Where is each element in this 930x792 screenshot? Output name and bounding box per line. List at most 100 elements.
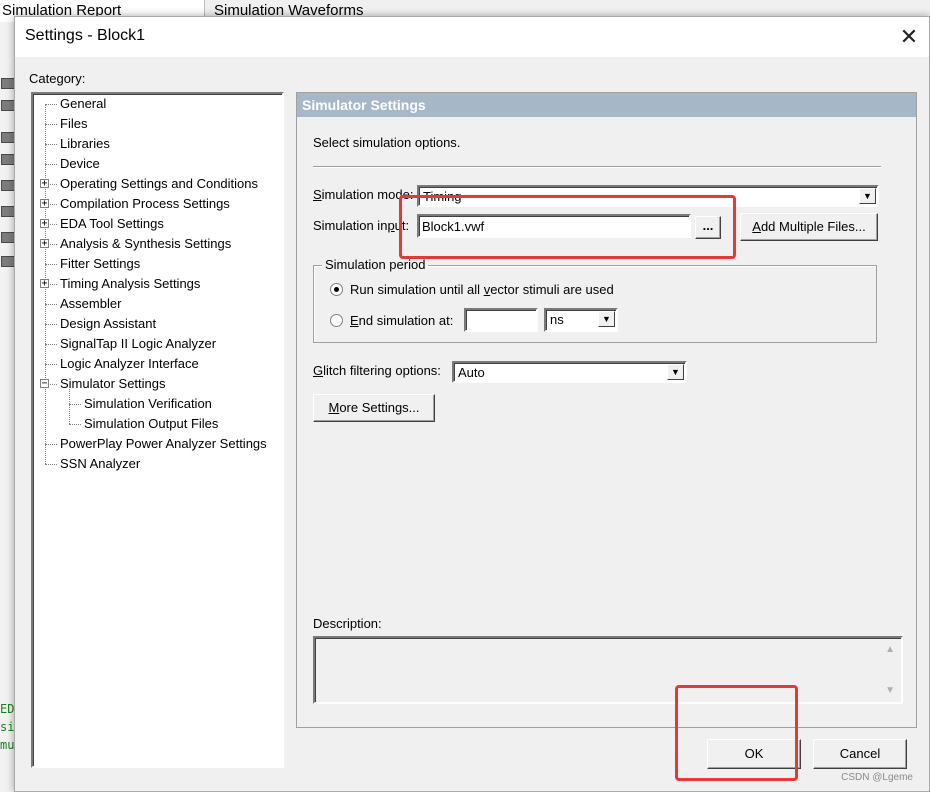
tree-item[interactable]: SSN Analyzer: [33, 454, 282, 474]
printer-icon[interactable]: [1, 180, 15, 191]
description-box: ▲ ▼: [313, 636, 903, 704]
tree-item-label: PowerPlay Power Analyzer Settings: [60, 436, 267, 451]
separator: [313, 166, 881, 168]
more-settings-button[interactable]: More Settings...: [313, 394, 435, 422]
description-label: Description:: [313, 616, 382, 631]
end-simulation-at-label[interactable]: End simulation at:: [350, 313, 453, 328]
end-simulation-at-radio[interactable]: [330, 314, 343, 327]
tree-item[interactable]: Device: [33, 154, 282, 174]
tree-item[interactable]: Simulation Verification: [33, 394, 282, 414]
annotation-highlight-input: [399, 195, 736, 259]
tree-item-label: Assembler: [60, 296, 122, 311]
annotation-highlight-ok: [675, 685, 798, 781]
expand-icon[interactable]: +: [40, 219, 49, 229]
glitch-filtering-label: Glitch filtering options:: [313, 363, 441, 378]
tree-connector: [45, 304, 57, 305]
scroll-down-icon[interactable]: ▼: [885, 685, 895, 696]
tree-item[interactable]: PowerPlay Power Analyzer Settings: [33, 434, 282, 454]
tree-item[interactable]: + Timing Analysis Settings: [33, 274, 282, 294]
tree-connector: [45, 324, 57, 325]
panel-header: Simulator Settings: [297, 93, 916, 117]
printer-icon[interactable]: [1, 256, 15, 267]
tree-item-label: Logic Analyzer Interface: [60, 356, 199, 371]
close-button[interactable]: ✕: [895, 23, 923, 51]
expand-icon[interactable]: +: [40, 279, 49, 289]
tree-item[interactable]: General: [33, 94, 282, 114]
simulator-settings-panel: Simulator Settings Select simulation opt…: [296, 92, 917, 728]
tree-connector: [45, 104, 57, 105]
tree-item-label: Simulator Settings: [60, 376, 166, 391]
tree-connector: [45, 464, 57, 465]
tree-item[interactable]: + Operating Settings and Conditions: [33, 174, 282, 194]
tree-connector: [45, 264, 57, 265]
tree-connector: [45, 444, 57, 445]
end-time-field[interactable]: [464, 308, 538, 332]
tree-item-label: Design Assistant: [60, 316, 157, 331]
run-until-stimuli-label[interactable]: Run simulation until all vector stimuli …: [350, 282, 614, 297]
tree-item[interactable]: Design Assistant: [33, 314, 282, 334]
tree-item[interactable]: Files: [33, 114, 282, 134]
scroll-up-icon[interactable]: ▲: [885, 644, 895, 655]
printer-icon[interactable]: [1, 232, 15, 243]
tree-item-label: SSN Analyzer: [60, 456, 141, 471]
tree-connector: [69, 404, 81, 405]
tree-item[interactable]: + Analysis & Synthesis Settings: [33, 234, 282, 254]
category-tree[interactable]: General Files Libraries Device + Operating Se…: [31, 92, 284, 768]
glitch-filtering-select[interactable]: Auto ▼: [452, 361, 687, 383]
printer-icon[interactable]: [1, 154, 15, 165]
tree-connector: [45, 364, 57, 365]
tree-item-label: Simulation Output Files: [84, 416, 219, 431]
run-until-stimuli-radio[interactable]: [330, 283, 343, 296]
tree-item[interactable]: Simulation Output Files: [33, 414, 282, 434]
project-icon[interactable]: [1, 100, 15, 111]
simulation-input-label: Simulation input:: [313, 218, 410, 233]
dialog-titlebar[interactable]: Settings - Block1 ✕: [15, 17, 929, 57]
tree-item-label: Device: [60, 156, 100, 171]
dialog-title: Settings - Block1: [25, 27, 146, 44]
tree-item[interactable]: − Simulator Settings: [33, 374, 282, 394]
chevron-down-icon[interactable]: ▼: [859, 188, 876, 204]
tree-connector: [45, 164, 57, 165]
intro-text: Select simulation options.: [313, 135, 461, 150]
tree-item-label: EDA Tool Settings: [60, 216, 164, 231]
tree-connector: [45, 124, 57, 125]
expand-icon[interactable]: +: [40, 199, 49, 209]
tree-item-label: Analysis & Synthesis Settings: [60, 236, 232, 251]
tree-item[interactable]: Logic Analyzer Interface: [33, 354, 282, 374]
tree-item-label: Compilation Process Settings: [60, 196, 230, 211]
tree-child-guide-line: [69, 389, 70, 424]
simulation-period-group: Simulation period Run simulation until a…: [313, 257, 877, 343]
printer-icon[interactable]: [1, 132, 15, 143]
add-multiple-files-button[interactable]: Add Multiple Files...: [740, 213, 878, 241]
tree-item-label: Simulation Verification: [84, 396, 212, 411]
simulation-period-title: Simulation period: [322, 257, 429, 272]
tree-item[interactable]: SignalTap II Logic Analyzer: [33, 334, 282, 354]
tree-connector: [45, 344, 57, 345]
expand-icon[interactable]: +: [40, 179, 49, 189]
tree-item-label: Libraries: [60, 136, 110, 151]
settings-dialog: Settings - Block1 ✕ Category: General Fil…: [14, 16, 930, 792]
tree-item-label: Files: [60, 116, 88, 131]
collapse-icon[interactable]: −: [40, 379, 49, 389]
tree-item-label: Timing Analysis Settings: [60, 276, 201, 291]
cancel-button[interactable]: Cancel: [813, 739, 907, 769]
tree-item[interactable]: + Compilation Process Settings: [33, 194, 282, 214]
project-icon[interactable]: [1, 78, 15, 89]
tree-item[interactable]: + EDA Tool Settings: [33, 214, 282, 234]
tree-item-label: Operating Settings and Conditions: [60, 176, 259, 191]
tree-item-label: Fitter Settings: [60, 256, 141, 271]
tree-item-label: General: [60, 96, 107, 111]
tree-item-label: SignalTap II Logic Analyzer: [60, 336, 217, 351]
chevron-down-icon[interactable]: ▼: [667, 364, 684, 380]
end-time-unit-select[interactable]: ns ▼: [544, 308, 618, 332]
watermark: CSDN @Lgeme: [841, 772, 913, 783]
category-label: Category:: [29, 71, 86, 86]
tree-item[interactable]: Assembler: [33, 294, 282, 314]
printer-icon[interactable]: [1, 206, 15, 217]
chevron-down-icon[interactable]: ▼: [598, 311, 615, 327]
tree-connector: [69, 424, 81, 425]
tree-connector: [45, 144, 57, 145]
expand-icon[interactable]: +: [40, 239, 49, 249]
tree-item[interactable]: Fitter Settings: [33, 254, 282, 274]
tree-item[interactable]: Libraries: [33, 134, 282, 154]
